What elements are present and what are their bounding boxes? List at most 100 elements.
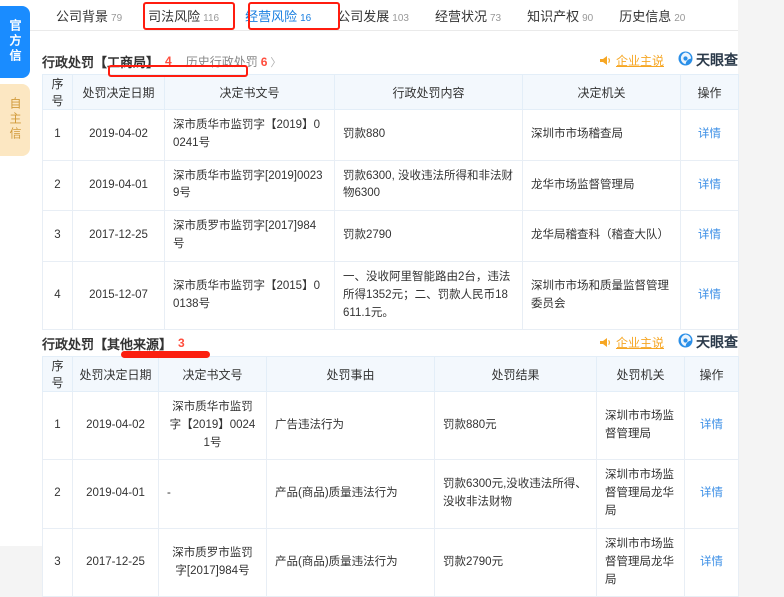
section-count: 3 bbox=[178, 336, 185, 350]
column-header-decision-authority: 决定机关 bbox=[522, 74, 681, 110]
admin-penalty-table-other-source: 序号 处罚决定日期 决定书文号 处罚事由 处罚结果 处罚机关 操作 1 2019… bbox=[42, 356, 739, 597]
side-tab-official-info[interactable]: 官方信息 bbox=[0, 6, 30, 78]
detail-link[interactable]: 详情 bbox=[700, 487, 723, 499]
section-header-actions: 企业主说 天眼查 bbox=[599, 50, 738, 70]
cell-document-no: 深市质罗市监罚字[2017]984号 bbox=[158, 527, 267, 597]
column-header-decision-date: 处罚决定日期 bbox=[72, 356, 159, 392]
owner-say-label: 企业主说 bbox=[615, 335, 664, 350]
nav-tab-company-development[interactable]: 公司发展 103 bbox=[337, 6, 409, 25]
column-header-document-no: 决定书文号 bbox=[164, 74, 335, 110]
detail-link[interactable]: 详情 bbox=[700, 556, 723, 568]
cell-index: 1 bbox=[42, 109, 73, 161]
cell-decision-date: 2017-12-25 bbox=[72, 527, 159, 597]
nav-tab-intellectual-property[interactable]: 知识产权 90 bbox=[527, 6, 593, 25]
nav-tab-operational-risk[interactable]: 经营风险 16 bbox=[245, 6, 311, 25]
column-header-penalty-content: 行政处罚内容 bbox=[334, 74, 523, 110]
cell-index: 3 bbox=[42, 210, 73, 262]
section-count: 4 bbox=[165, 54, 172, 68]
nav-tab-company-background[interactable]: 公司背景 79 bbox=[56, 6, 122, 25]
cell-decision-authority: 龙华局稽查科（稽查大队） bbox=[522, 210, 681, 262]
nav-tab-label: 公司发展 bbox=[337, 8, 390, 24]
nav-tab-count: 103 bbox=[392, 12, 409, 24]
column-header-penalty-result: 处罚结果 bbox=[434, 356, 597, 392]
nav-tab-count: 90 bbox=[582, 12, 594, 24]
cell-penalty-reason: 产品(商品)质量违法行为 bbox=[266, 527, 435, 597]
cell-penalty-authority: 深圳市市场监督管理局龙华局 bbox=[596, 527, 685, 597]
side-tab-label: 自主信息 bbox=[8, 96, 22, 142]
section-admin-penalty-industry-commerce: 行政处罚【工商局】 4 历史行政处罚 6 〉 企业主说 天眼查 序号 处罚决定日… bbox=[42, 48, 739, 331]
tianyancha-logo-icon bbox=[678, 333, 693, 351]
column-header-decision-date: 处罚决定日期 bbox=[72, 74, 165, 110]
side-tab-self-info[interactable]: 自主信息 bbox=[0, 84, 30, 156]
table-row: 3 2017-12-25 深市质罗市监罚字[2017]984号 产品(商品)质量… bbox=[42, 527, 739, 597]
brand-name: 天眼查 bbox=[696, 334, 738, 350]
cell-document-no: 深市质罗市监罚字[2017]984号 bbox=[164, 210, 335, 262]
admin-penalty-table-industry-commerce: 序号 处罚决定日期 决定书文号 行政处罚内容 决定机关 操作 1 2019-04… bbox=[42, 74, 739, 331]
cell-action: 详情 bbox=[680, 159, 739, 212]
column-header-index: 序号 bbox=[42, 356, 73, 392]
chevron-right-icon: 〉 bbox=[270, 56, 282, 69]
table-row: 3 2017-12-25 深市质罗市监罚字[2017]984号 罚款2790 龙… bbox=[42, 210, 739, 262]
detail-link[interactable]: 详情 bbox=[698, 179, 721, 191]
cell-decision-authority: 深圳市市场和质量监督管理委员会 bbox=[522, 260, 681, 331]
nav-tab-label: 司法风险 bbox=[148, 8, 201, 24]
table-row: 2 2019-04-01 - 产品(商品)质量违法行为 罚款6300元,没收违法… bbox=[42, 459, 739, 529]
nav-tab-label: 经营风险 bbox=[245, 8, 298, 24]
cell-action: 详情 bbox=[680, 210, 739, 262]
section-header: 行政处罚【工商局】 4 历史行政处罚 6 〉 企业主说 天眼查 bbox=[42, 48, 738, 74]
nav-tab-history-info[interactable]: 历史信息 20 bbox=[619, 6, 685, 25]
cell-document-no: 深市质华市监罚字【2019】00241号 bbox=[164, 109, 335, 161]
cell-penalty-content: 罚款2790 bbox=[334, 210, 523, 262]
cell-penalty-authority: 深圳市市场监督管理局 bbox=[596, 390, 685, 461]
table-row: 1 2019-04-02 深市质华市监罚字【2019】00241号 罚款880 … bbox=[42, 109, 739, 161]
cell-penalty-content: 罚款880 bbox=[334, 109, 523, 161]
cell-action: 详情 bbox=[684, 527, 739, 597]
column-header-penalty-reason: 处罚事由 bbox=[266, 356, 435, 392]
history-penalty-count: 6 bbox=[260, 54, 268, 69]
brand-name: 天眼查 bbox=[696, 52, 738, 68]
cell-action: 详情 bbox=[684, 390, 739, 461]
top-nav: 公司背景 79 司法风险 116 经营风险 16 公司发展 103 经营状况 7… bbox=[0, 0, 738, 31]
table-row: 2 2019-04-01 深市质华市监罚字[2019]00239号 罚款6300… bbox=[42, 159, 739, 212]
nav-tab-label: 公司背景 bbox=[56, 8, 109, 24]
cell-document-no: 深市质华市监罚字【2015】00138号 bbox=[164, 260, 335, 331]
detail-link[interactable]: 详情 bbox=[700, 419, 723, 431]
cell-penalty-reason: 广告违法行为 bbox=[266, 390, 435, 461]
nav-tab-count: 20 bbox=[674, 12, 686, 24]
section-header-actions: 企业主说 天眼查 bbox=[599, 332, 738, 352]
cell-document-no: - bbox=[158, 459, 267, 529]
owner-say-button[interactable]: 企业主说 bbox=[599, 52, 664, 69]
table-row: 1 2019-04-02 深市质华市监罚字【2019】00241号 广告违法行为… bbox=[42, 390, 739, 461]
nav-tab-count: 116 bbox=[203, 12, 220, 24]
page-card: 公司背景 79 司法风险 116 经营风险 16 公司发展 103 经营状况 7… bbox=[0, 0, 739, 597]
nav-tab-judicial-risk[interactable]: 司法风险 116 bbox=[148, 6, 219, 25]
cell-penalty-content: 一、没收阿里智能路由2台，违法所得1352元；二、罚款人民币18611.1元。 bbox=[334, 260, 523, 331]
detail-link[interactable]: 详情 bbox=[698, 229, 721, 241]
cell-action: 详情 bbox=[680, 109, 739, 161]
section-title: 行政处罚【其他来源】 bbox=[42, 336, 173, 352]
nav-tab-operating-status[interactable]: 经营状况 73 bbox=[435, 6, 501, 25]
detail-link[interactable]: 详情 bbox=[698, 128, 721, 140]
cell-penalty-result: 罚款6300元,没收违法所得、没收非法财物 bbox=[434, 459, 597, 529]
cell-decision-authority: 深圳市市场稽查局 bbox=[522, 109, 681, 161]
cell-index: 3 bbox=[42, 527, 73, 597]
section-admin-penalty-other-source: 行政处罚【其他来源】 3 企业主说 天眼查 序号 处罚决定日期 决定书文号 处罚… bbox=[42, 330, 739, 597]
megaphone-icon bbox=[599, 337, 612, 348]
cell-decision-date: 2019-04-01 bbox=[72, 159, 165, 212]
nav-tab-count: 16 bbox=[300, 12, 312, 24]
side-tab-label: 官方信息 bbox=[8, 18, 22, 64]
detail-link[interactable]: 详情 bbox=[698, 289, 721, 301]
cell-penalty-reason: 产品(商品)质量违法行为 bbox=[266, 459, 435, 529]
table-header-row: 序号 处罚决定日期 决定书文号 处罚事由 处罚结果 处罚机关 操作 bbox=[42, 356, 739, 392]
cell-penalty-authority: 深圳市市场监督管理局龙华局 bbox=[596, 459, 685, 529]
nav-tab-label: 经营状况 bbox=[434, 8, 487, 24]
table-row: 4 2015-12-07 深市质华市监罚字【2015】00138号 一、没收阿里… bbox=[42, 260, 739, 331]
nav-tab-label: 知识产权 bbox=[527, 8, 580, 24]
owner-say-label: 企业主说 bbox=[615, 53, 664, 68]
nav-tab-count: 73 bbox=[489, 12, 502, 24]
owner-say-button[interactable]: 企业主说 bbox=[599, 334, 664, 351]
tianyancha-logo-icon bbox=[678, 51, 693, 69]
history-penalty-label: 历史行政处罚 bbox=[185, 54, 258, 69]
cell-index: 2 bbox=[42, 459, 73, 529]
history-penalty-link[interactable]: 历史行政处罚 6 〉 bbox=[186, 53, 282, 70]
